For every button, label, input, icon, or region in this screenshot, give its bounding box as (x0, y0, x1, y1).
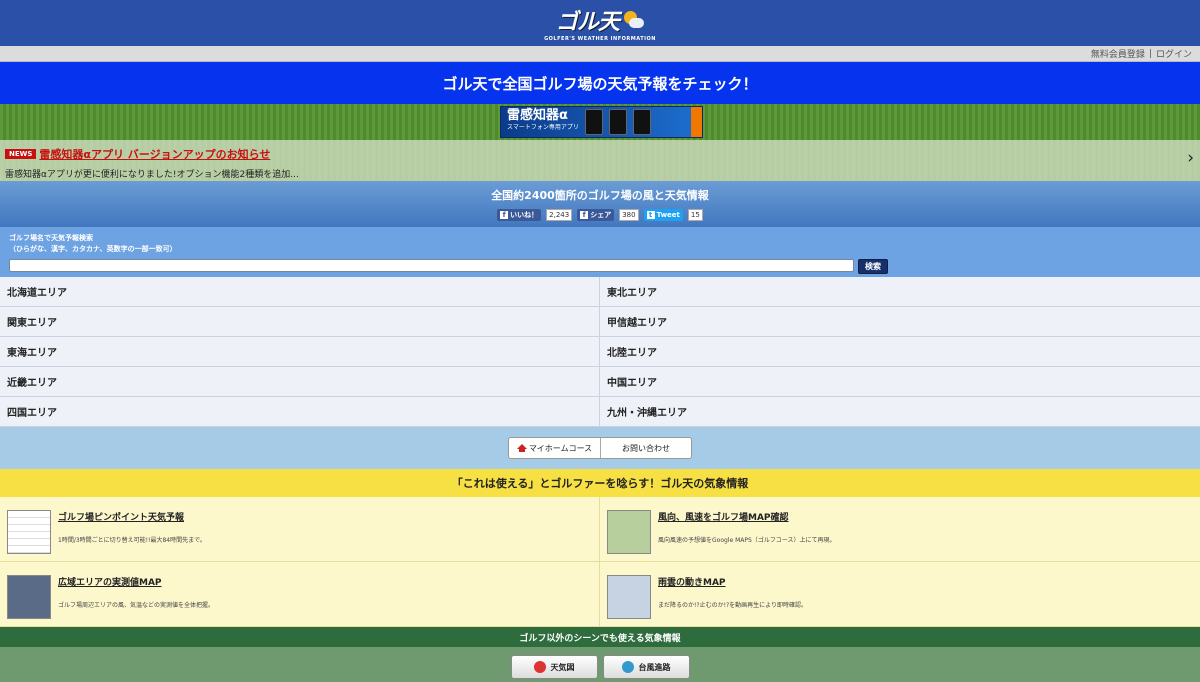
ad-title: 雷感知器α スマートフォン専用アプリ (507, 108, 579, 134)
weather-info-item[interactable]: 広域エリアの実測値MAP ゴルフ場周辺エリアの風、気温などの実測値を全体把握。 (0, 562, 600, 627)
news-title-link[interactable]: 雷感知器αアプリ バージョンアップのお知らせ (39, 146, 270, 162)
item-title[interactable]: 風向、風速をゴルフ場MAP確認 (658, 510, 835, 523)
click-tag (691, 107, 702, 137)
news-panel: NEWS 雷感知器αアプリ バージョンアップのお知らせ 雷感知器αアプリが更に便… (0, 140, 1200, 181)
area-link[interactable]: 中国エリア (600, 367, 1200, 397)
weather-map-button[interactable]: 天気図 (510, 655, 598, 679)
area-link[interactable]: 北陸エリア (600, 337, 1200, 367)
item-title[interactable]: ゴルフ場ピンポイント天気予報 (58, 510, 206, 523)
news-badge: NEWS (5, 149, 37, 159)
button-label: 天気図 (550, 662, 575, 672)
page-title: ゴル天で全国ゴルフ場の天気予報をチェック！ (0, 62, 1200, 104)
search-input[interactable] (9, 259, 854, 272)
area-link[interactable]: 関東エリア (0, 307, 600, 337)
phone-icon (584, 109, 603, 135)
top-links: 無料会員登録 | ログイン (0, 46, 1200, 62)
area-map-thumbnail (7, 575, 51, 619)
next-arrow-icon[interactable]: › (1187, 148, 1194, 168)
weather-info-item[interactable]: ゴルフ場ピンポイント天気予報 1時間/3時間ごとに切り替え可能!!最大84時間先ま… (0, 497, 600, 562)
weather-info-item[interactable]: 風向、風速をゴルフ場MAP確認風向風速の予想値をGoogle MAPS（ゴルフコ… (600, 497, 1200, 562)
sun-cloud-icon (622, 11, 644, 29)
tab-label: マイホームコース (528, 443, 593, 453)
area-link[interactable]: 甲信越エリア (600, 307, 1200, 337)
area-link[interactable]: 四国エリア (0, 397, 600, 427)
site-logo[interactable]: ゴル天 GOLFER'S WEATHER INFORMATION (544, 4, 656, 42)
link-separator: | (1148, 48, 1152, 59)
weather-info-grid: ゴルフ場ピンポイント天気予報 1時間/3時間ごとに切り替え可能!!最大84時間先ま… (0, 497, 1200, 627)
app-ad-banner[interactable]: 雷感知器α スマートフォン専用アプリ (500, 106, 703, 138)
facebook-icon: f (580, 211, 589, 219)
search-section: ゴルフ場名で天気予報検索 （ひらがな、漢字、カタカナ、英数字の一部一致可） 検索 (0, 227, 1200, 277)
search-hint: （ひらがな、漢字、カタカナ、英数字の一部一致可） (9, 245, 177, 253)
ad-title-text: 雷感知器α (507, 108, 568, 123)
facebook-share-button[interactable]: f シェア (577, 209, 615, 221)
phone-icon (632, 109, 651, 135)
item-title[interactable]: 雨雲の動きMAP (658, 575, 807, 588)
news-body: 雷感知器αアプリが更に便利になりました!オプション機能2種類を追加... (5, 170, 299, 180)
area-list: 北海道エリア 東北エリア 関東エリア 甲信越エリア 東海エリア 北陸エリア 近畿… (0, 277, 1200, 427)
ad-subtitle: スマートフォン専用アプリ (507, 124, 579, 131)
home-icon (516, 444, 527, 452)
weather-info-item[interactable]: 雨雲の動きMAP まだ降るのか!?止むのか!?を動画再生により即時確認。 (600, 562, 1200, 627)
share-count: 380 (619, 209, 639, 221)
forecast-thumbnail (7, 510, 51, 554)
grass-section: 雷感知器α スマートフォン専用アプリ NEWS 雷感知器αアプリ バージョンアップ… (0, 104, 1200, 181)
area-link[interactable]: 九州・沖縄エリア (600, 397, 1200, 427)
intro-title: 全国約2400箇所のゴルフ場の風と天気情報 (491, 189, 709, 202)
area-link[interactable]: 東海エリア (0, 337, 600, 367)
contact-tab[interactable]: お問い合わせ (600, 438, 691, 458)
tweet-label: Tweet (656, 211, 680, 219)
typhoon-button[interactable]: 台風進路 (602, 655, 690, 679)
menu-tabs: マイホームコース お問い合わせ (508, 437, 692, 459)
weather-info-header: 「これは使える」とゴルファーを唸らす！ゴル天の気象情報 (0, 469, 1200, 497)
search-button[interactable]: 検索 (858, 259, 888, 274)
twitter-icon: t (646, 211, 655, 219)
intro-section: 全国約2400箇所のゴルフ場の風と天気情報 f いいね！ 2,243 f シェア 3… (0, 181, 1200, 227)
login-link[interactable]: ログイン (1156, 47, 1192, 60)
wind-map-thumbnail (607, 510, 651, 554)
item-desc: まだ降るのか!?止むのか!?を動画再生により即時確認。 (658, 602, 808, 609)
tweet-button[interactable]: t Tweet (643, 209, 683, 221)
register-link[interactable]: 無料会員登録 (1091, 47, 1145, 60)
share-label: シェア (590, 211, 612, 219)
typhoon-icon (621, 661, 634, 673)
other-info-header: ゴルフ以外のシーンでも使える気象情報 (0, 627, 1200, 647)
item-desc: 1時間/3時間ごとに切り替え可能!!最大84時間先まで。 (58, 537, 206, 544)
social-buttons: f いいね！ 2,243 f シェア 380 t Tweet 15 (497, 209, 703, 221)
like-count: 2,243 (546, 209, 573, 221)
logo-text: ゴル天 (555, 10, 620, 35)
search-label: ゴルフ場名で天気予報検索 (9, 234, 93, 242)
area-link[interactable]: 北海道エリア (0, 277, 600, 307)
item-title[interactable]: 広域エリアの実測値MAP (58, 575, 214, 588)
area-link[interactable]: 東北エリア (600, 277, 1200, 307)
my-home-course-tab[interactable]: マイホームコース (509, 438, 600, 458)
phone-icon (608, 109, 627, 135)
facebook-icon: f (500, 211, 509, 219)
facebook-like-button[interactable]: f いいね！ (497, 209, 542, 221)
weather-map-icon (533, 661, 546, 673)
item-desc: ゴルフ場周辺エリアの風、気温などの実測値を全体把握。 (58, 602, 215, 609)
tweet-count: 15 (687, 209, 703, 221)
other-info-buttons: 天気図 台風進路 (0, 647, 1200, 682)
logo-subtitle: GOLFER'S WEATHER INFORMATION (544, 36, 656, 42)
area-link[interactable]: 近畿エリア (0, 367, 600, 397)
item-desc: 風向風速の予想値をGoogle MAPS（ゴルフコース）上にて再現。 (658, 537, 836, 544)
like-label: いいね！ (510, 211, 539, 219)
button-label: 台風進路 (638, 662, 671, 672)
site-header: ゴル天 GOLFER'S WEATHER INFORMATION (0, 0, 1200, 46)
tabs-row: マイホームコース お問い合わせ (0, 427, 1200, 469)
rain-map-thumbnail (607, 575, 651, 619)
